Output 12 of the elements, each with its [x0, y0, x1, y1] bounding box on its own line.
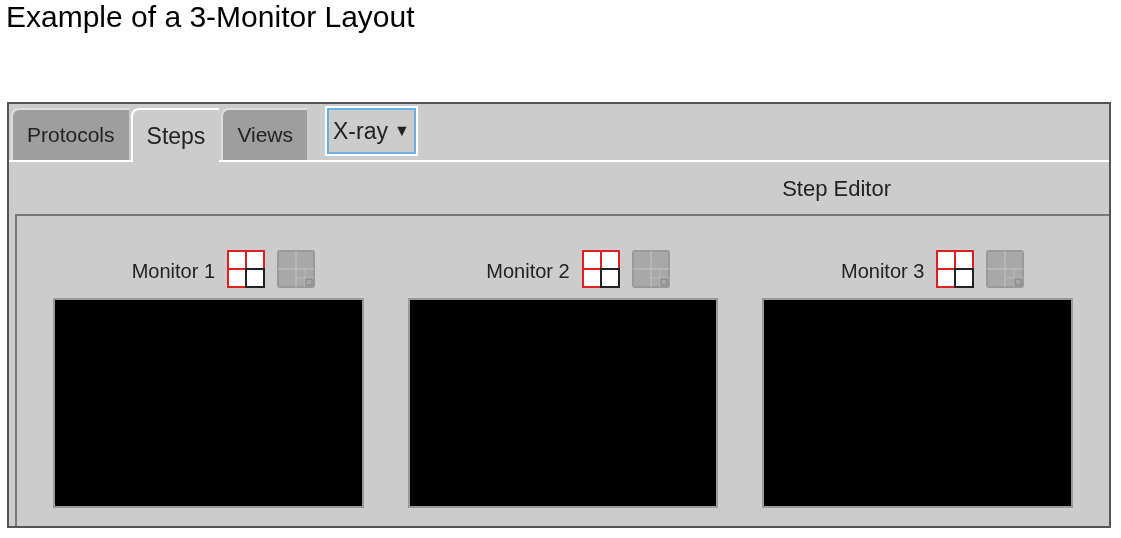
editor-title: Step Editor [782, 174, 891, 203]
quad-layout-icon[interactable] [227, 250, 265, 288]
monitor-label: Monitor 2 [486, 259, 570, 284]
tab[interactable]: Views [221, 108, 307, 160]
page-heading: Example of a 3-Monitor Layout [5, 0, 416, 35]
quad-layout-icon[interactable] [581, 250, 620, 288]
tab[interactable]: Protocols [11, 108, 129, 160]
modality-dropdown[interactable]: X-ray ▼ [327, 108, 416, 154]
monitor-label: Monitor 3 [840, 259, 925, 284]
quad-layout-icon[interactable] [936, 250, 975, 288]
tab[interactable]: Steps [130, 108, 220, 162]
monitor-label: Monitor 1 [131, 259, 215, 284]
